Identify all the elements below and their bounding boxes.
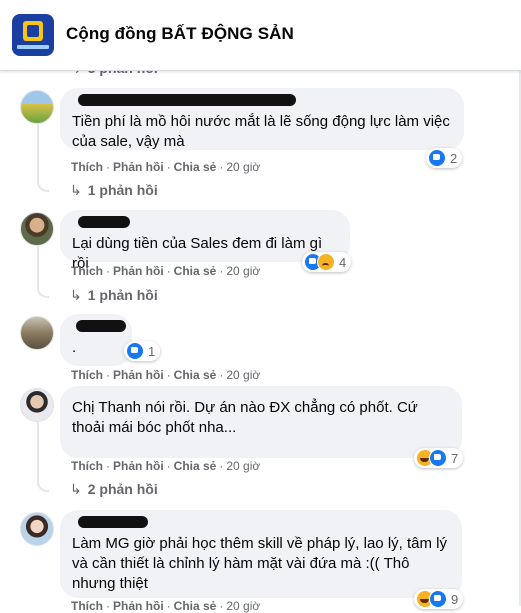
share-link[interactable]: Chia sẻ <box>174 368 217 382</box>
redaction-mark <box>78 94 296 106</box>
reply-link[interactable]: Phản hồi <box>113 368 164 382</box>
comment-text: Tiền phí là mồ hôi nước mắt là lẽ sống đ… <box>72 113 450 150</box>
avatar[interactable] <box>20 316 54 350</box>
avatar[interactable] <box>20 388 54 422</box>
comment-feed: ↳5 phản hồi Tiền phí là mồ hôi nước mắt … <box>0 0 521 613</box>
thread-line <box>37 124 49 192</box>
thread-line <box>37 246 49 298</box>
timestamp[interactable]: 20 giờ <box>226 368 260 382</box>
view-replies-link[interactable]: ↳ 2 phản hồi <box>70 481 158 498</box>
author-name[interactable] <box>72 216 338 232</box>
reply-arrow-icon: ↳ <box>70 287 82 303</box>
like-link[interactable]: Thích <box>71 264 103 278</box>
author-name[interactable] <box>72 94 452 110</box>
avatar[interactable] <box>20 90 54 124</box>
share-link[interactable]: Chia sẻ <box>174 599 217 613</box>
like-link[interactable]: Thích <box>71 368 103 382</box>
avatar[interactable] <box>20 512 54 546</box>
like-reaction-icon <box>429 590 447 608</box>
like-link[interactable]: Thích <box>71 599 103 613</box>
comment-bubble: Tiền phí là mồ hôi nước mắt là lẽ sống đ… <box>60 88 464 150</box>
timestamp[interactable]: 20 giờ <box>226 599 260 613</box>
timestamp[interactable]: 20 giờ <box>226 264 260 278</box>
redaction-mark <box>76 320 126 332</box>
timestamp[interactable]: 20 giờ <box>226 459 260 473</box>
group-header: Cộng đồng BẤT ĐỘNG SẢN <box>0 0 521 71</box>
reply-link[interactable]: Phản hồi <box>113 160 164 174</box>
like-reaction-icon <box>429 449 447 467</box>
comment-text: . <box>72 339 77 356</box>
view-replies-link[interactable]: ↳ 1 phản hồi <box>70 182 158 199</box>
reaction-badge[interactable]: 1 <box>124 341 161 361</box>
thread-line <box>37 422 49 492</box>
author-name[interactable] <box>72 516 450 532</box>
reply-link[interactable]: Phản hồi <box>113 599 164 613</box>
group-name[interactable]: Cộng đồng BẤT ĐỘNG SẢN <box>66 24 294 44</box>
sad-reaction-icon <box>317 253 335 271</box>
author-name[interactable] <box>72 394 450 398</box>
reply-arrow-icon: ↳ <box>70 481 82 497</box>
reply-arrow-icon: ↳ <box>70 182 82 198</box>
view-replies-link[interactable]: ↳ 1 phản hồi <box>70 287 158 304</box>
comment-actions: Thích · Phản hồi · Chia sẻ · 20 giờ <box>71 459 261 473</box>
avatar[interactable] <box>20 212 54 246</box>
comment-actions: Thích · Phản hồi · Chia sẻ · 20 giờ <box>71 160 261 174</box>
like-link[interactable]: Thích <box>71 160 103 174</box>
comment-bubble: . <box>60 314 132 366</box>
like-reaction-icon <box>428 149 446 167</box>
like-reaction-icon <box>126 342 144 360</box>
comment-text: Chị Thanh nói rồi. Dự án nào ĐX chẳng có… <box>72 399 418 436</box>
timestamp[interactable]: 20 giờ <box>226 160 260 174</box>
reply-link[interactable]: Phản hồi <box>113 459 164 473</box>
share-link[interactable]: Chia sẻ <box>174 264 217 278</box>
reaction-badge[interactable]: 7 <box>414 448 464 468</box>
group-logo-icon[interactable] <box>12 14 54 56</box>
comment-bubble: Làm MG giờ phải học thêm skill về pháp l… <box>60 510 462 598</box>
reaction-badge[interactable]: 9 <box>414 589 464 609</box>
share-link[interactable]: Chia sẻ <box>174 459 217 473</box>
reaction-badge[interactable]: 2 <box>426 148 463 168</box>
redaction-mark <box>78 216 130 228</box>
author-name[interactable] <box>72 320 126 336</box>
comment-actions: Thích · Phản hồi · Chia sẻ · 20 giờ <box>71 264 261 278</box>
reply-link[interactable]: Phản hồi <box>113 264 164 278</box>
reaction-badge[interactable]: 4 <box>302 252 352 272</box>
comment-actions: Thích · Phản hồi · Chia sẻ · 20 giờ <box>71 599 261 613</box>
redaction-mark <box>78 516 148 528</box>
comment-text: Làm MG giờ phải học thêm skill về pháp l… <box>72 535 447 592</box>
comment-actions: Thích · Phản hồi · Chia sẻ · 20 giờ <box>71 368 261 382</box>
share-link[interactable]: Chia sẻ <box>174 160 217 174</box>
like-link[interactable]: Thích <box>71 459 103 473</box>
comment-bubble: Chị Thanh nói rồi. Dự án nào ĐX chẳng có… <box>60 386 462 458</box>
